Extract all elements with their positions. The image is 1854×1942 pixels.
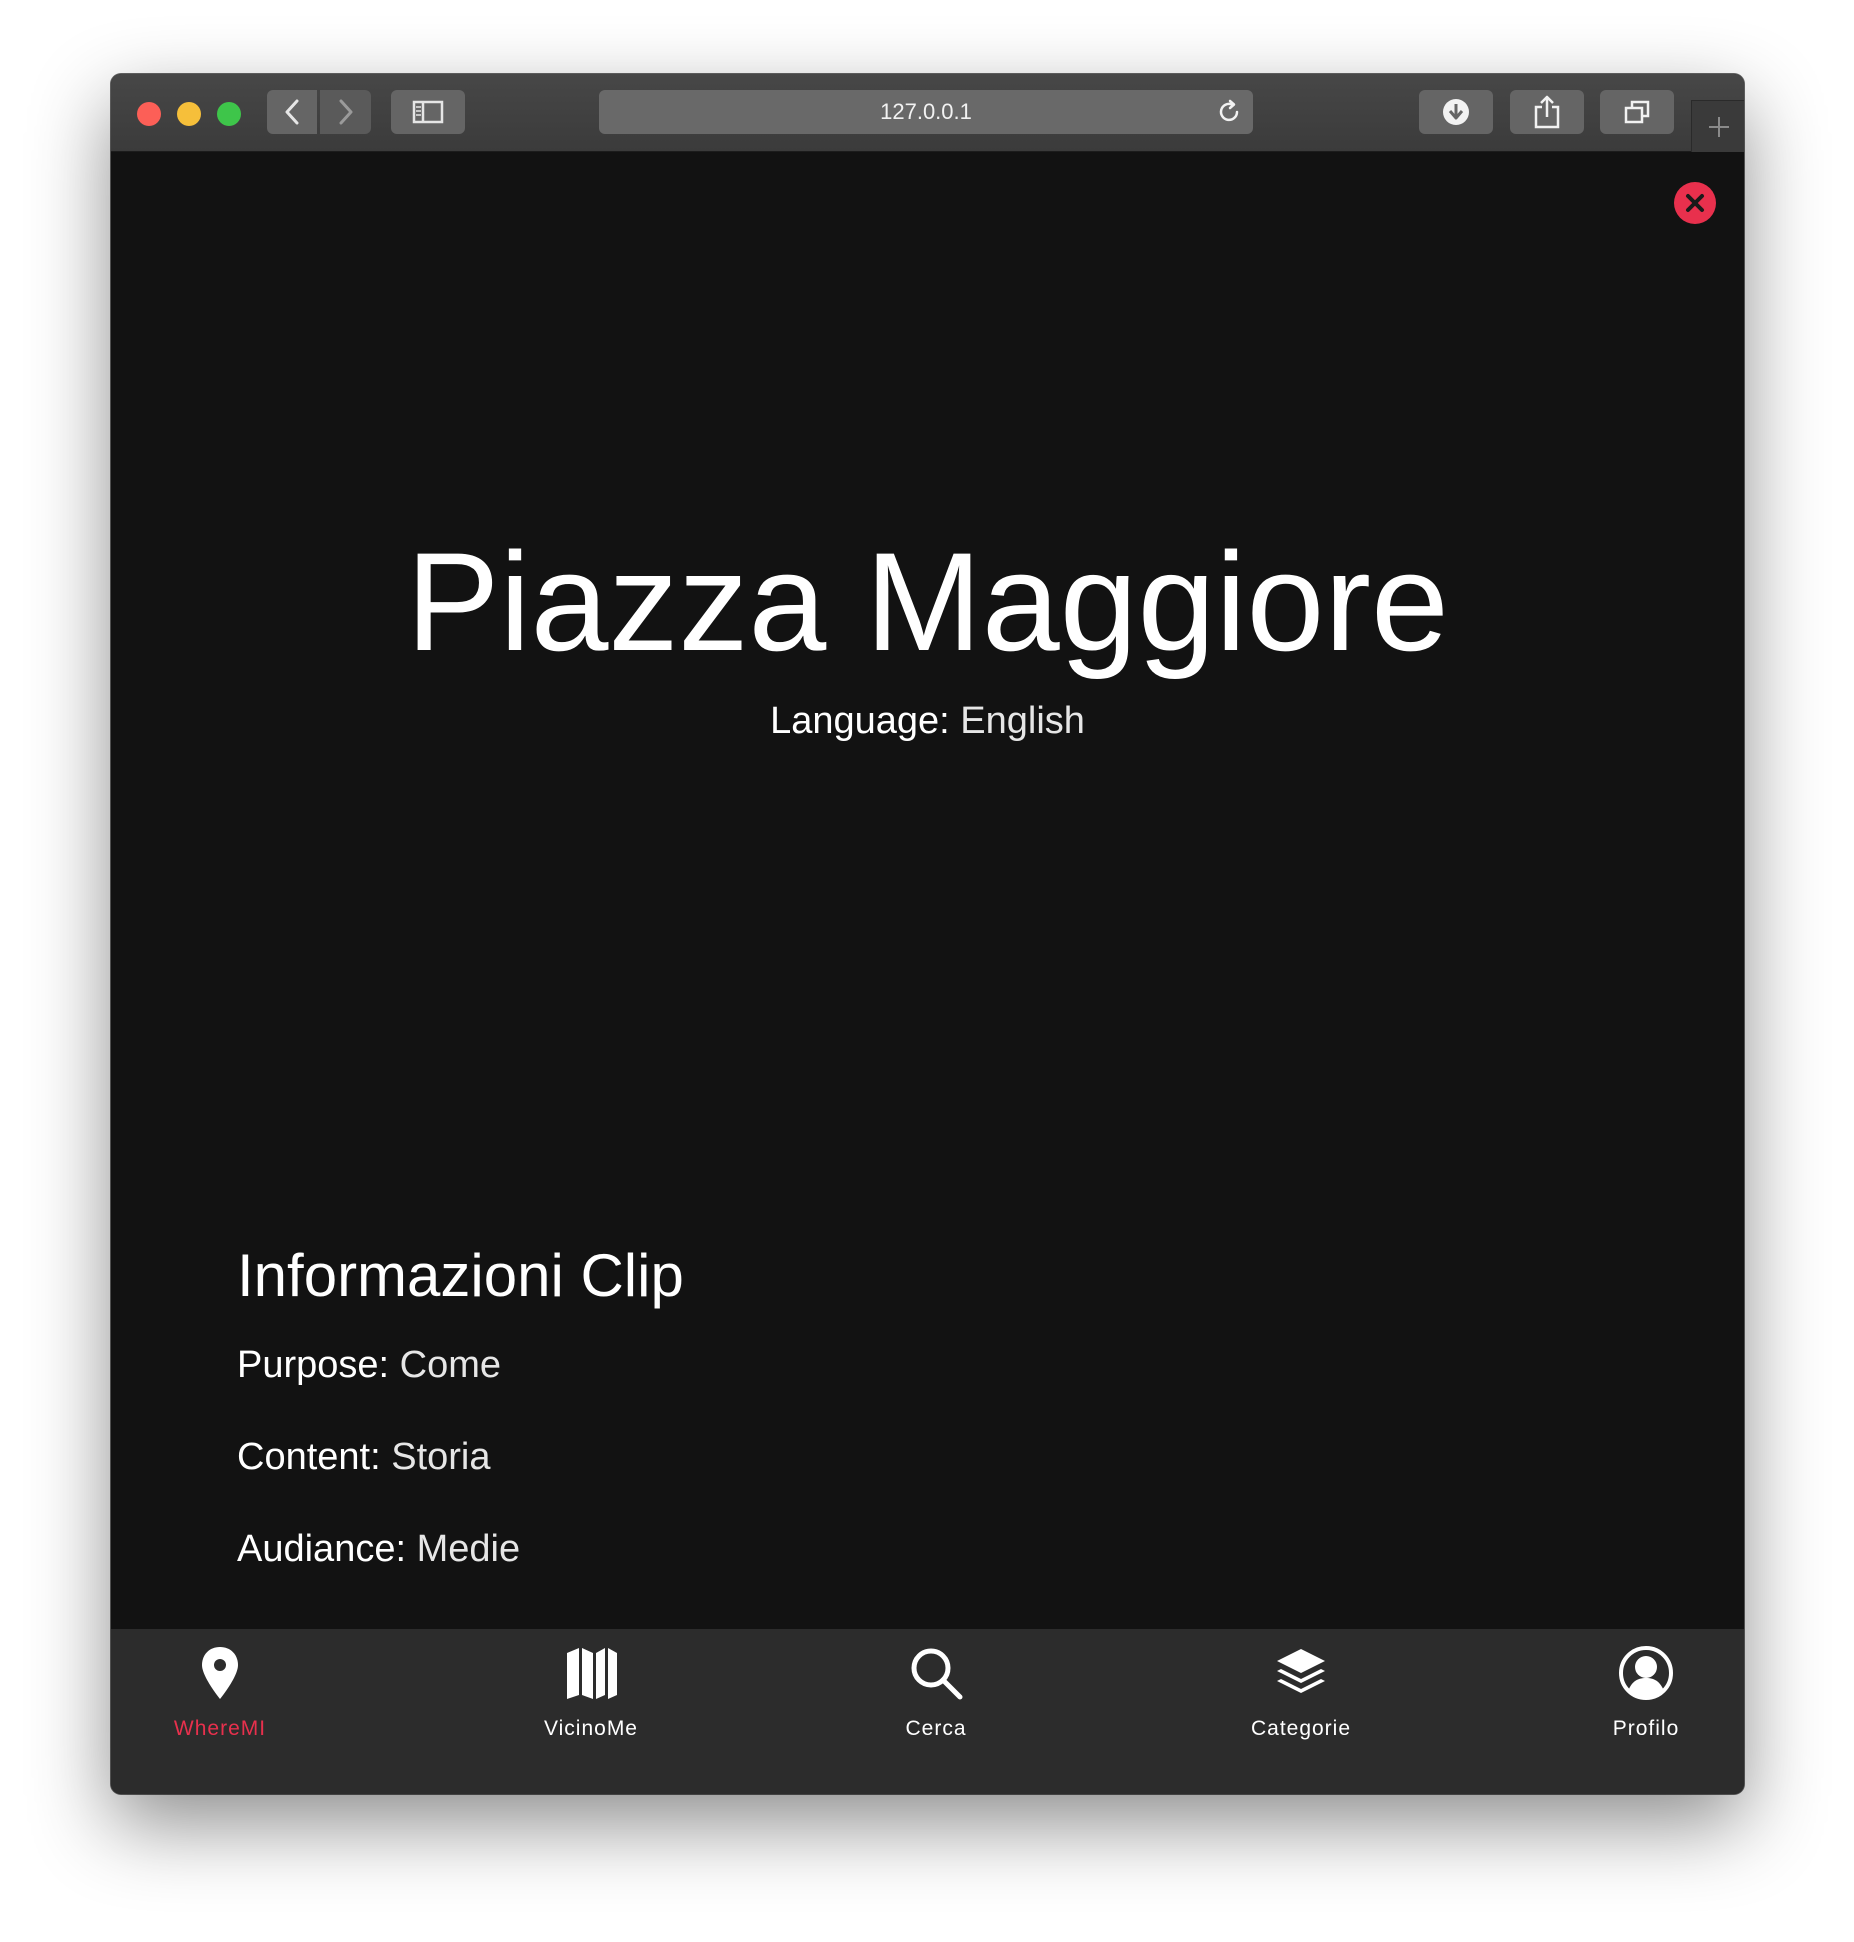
- audiance-row: Audiance: Medie: [237, 1524, 520, 1574]
- tab-label: VicinoMe: [544, 1717, 638, 1740]
- tab-profilo[interactable]: Profilo: [1586, 1629, 1706, 1794]
- purpose-value: Come: [399, 1344, 502, 1386]
- content-label: Content:: [237, 1436, 381, 1478]
- chevron-left-icon: [285, 99, 299, 125]
- reload-icon[interactable]: [1215, 98, 1243, 126]
- tab-label: Categorie: [1250, 1717, 1352, 1740]
- plus-icon: [1708, 116, 1729, 137]
- new-tab-button[interactable]: [1691, 100, 1744, 152]
- back-button[interactable]: [267, 90, 317, 134]
- browser-toolbar: 127.0.0.1: [111, 74, 1744, 152]
- tab-overview-button[interactable]: [1600, 90, 1674, 134]
- close-icon: [1686, 194, 1704, 212]
- downloads-button[interactable]: [1419, 90, 1493, 134]
- bottom-tab-bar: WhereMI VicinoMe Cerca Categorie Profilo: [111, 1629, 1744, 1794]
- share-button[interactable]: [1510, 90, 1584, 134]
- page-content: Piazza Maggiore Language: English Inform…: [111, 152, 1744, 1629]
- tab-label: Profilo: [1612, 1717, 1680, 1740]
- forward-button[interactable]: [320, 90, 371, 134]
- tab-wheremi[interactable]: WhereMI: [155, 1629, 285, 1794]
- share-icon: [1534, 95, 1560, 129]
- close-window-button[interactable]: [137, 102, 161, 126]
- sidebar-icon: [412, 100, 444, 124]
- tab-vicinome[interactable]: VicinoMe: [521, 1629, 661, 1794]
- content-row: Content: Storia: [237, 1432, 491, 1482]
- tab-label: Cerca: [905, 1717, 967, 1740]
- download-icon: [1443, 99, 1469, 125]
- language-label: Language:: [770, 700, 950, 742]
- navigation-buttons: [267, 90, 371, 134]
- purpose-label: Purpose:: [237, 1344, 390, 1386]
- tab-cerca[interactable]: Cerca: [881, 1629, 991, 1794]
- user-circle-icon: [1619, 1646, 1673, 1700]
- purpose-row: Purpose: Come: [237, 1340, 501, 1390]
- audiance-label: Audiance:: [237, 1528, 407, 1570]
- map-pin-icon: [202, 1647, 238, 1699]
- sidebar-toggle-button[interactable]: [391, 90, 465, 134]
- tab-categorie[interactable]: Categorie: [1226, 1629, 1376, 1794]
- chevron-right-icon: [339, 99, 352, 125]
- address-bar[interactable]: 127.0.0.1: [599, 90, 1253, 134]
- browser-window: 127.0.0.1 Piazza Maggiore Language: Engl…: [111, 74, 1744, 1794]
- tab-label: WhereMI: [173, 1717, 267, 1740]
- content-value: Storia: [391, 1436, 491, 1478]
- close-button[interactable]: [1674, 182, 1716, 224]
- language-value: English: [960, 700, 1085, 742]
- minimize-window-button[interactable]: [177, 102, 201, 126]
- search-icon: [911, 1648, 963, 1700]
- language-info: Language: English: [111, 696, 1744, 746]
- url-text: 127.0.0.1: [880, 99, 972, 124]
- clip-info-heading: Informazioni Clip: [237, 1242, 684, 1309]
- zoom-window-button[interactable]: [217, 102, 241, 126]
- tabs-icon: [1624, 100, 1650, 124]
- map-icon: [567, 1648, 617, 1699]
- layers-icon: [1277, 1649, 1325, 1693]
- page-title: Piazza Maggiore: [406, 523, 1449, 680]
- audiance-value: Medie: [416, 1528, 521, 1570]
